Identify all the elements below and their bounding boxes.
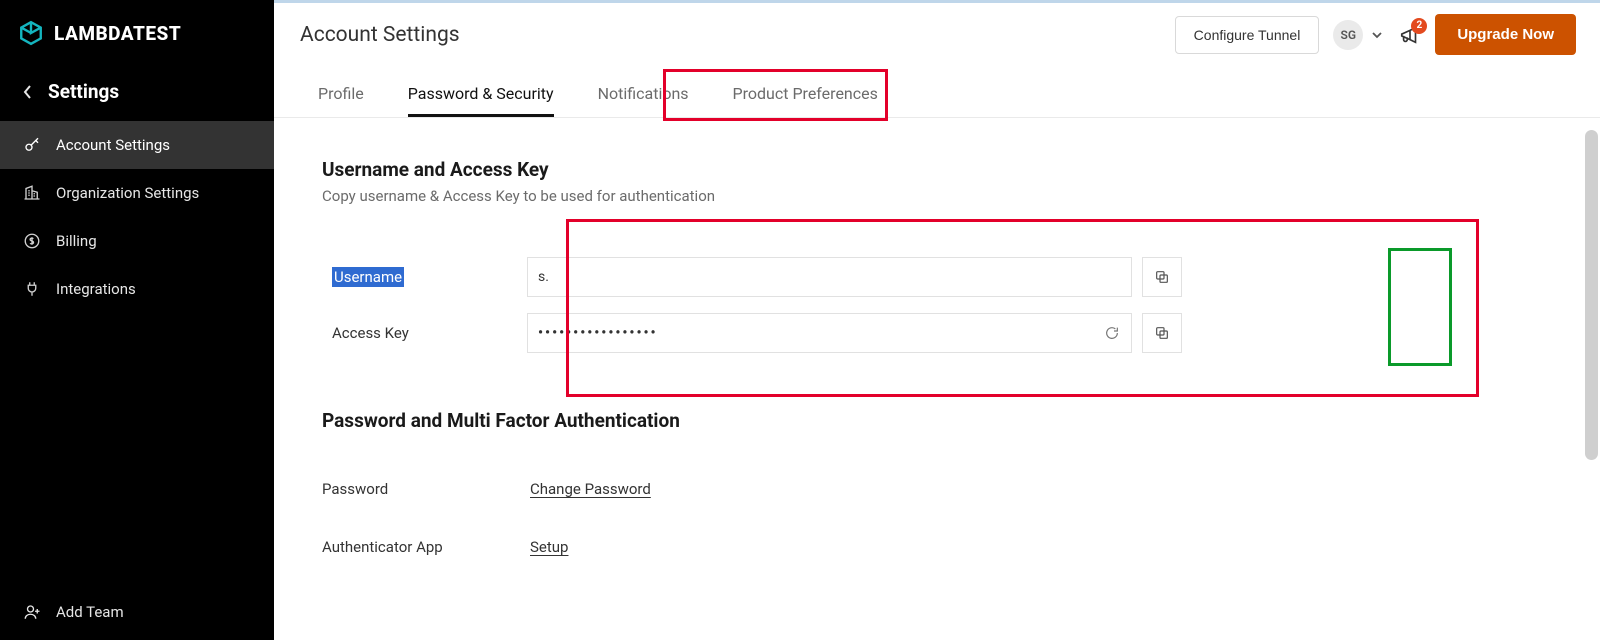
configure-tunnel-button[interactable]: Configure Tunnel [1175,16,1320,54]
user-plus-icon [22,602,42,622]
add-team-button[interactable]: Add Team [0,586,274,640]
plug-icon [22,279,42,299]
password-label: Password [322,480,530,498]
sidebar-item-label: Account Settings [56,136,170,154]
sidebar-title: Settings [48,80,119,103]
keys-box: Username s. Access Key ••••••••••••••••• [322,231,1192,367]
authenticator-setup-link[interactable]: Setup [530,538,568,556]
copy-accesskey-button[interactable] [1142,313,1182,353]
accesskey-value: ••••••••••••••••• [538,325,658,341]
tab-notifications[interactable]: Notifications [598,84,689,117]
tabs: Profile Password & Security Notification… [274,66,1600,118]
sidebar-items: Account Settings Organization Settings B… [0,121,274,313]
accesskey-row: Access Key ••••••••••••••••• [332,305,1182,361]
chevron-left-icon [22,84,34,100]
upgrade-button[interactable]: Upgrade Now [1435,14,1576,55]
brand-logo-icon [18,20,44,46]
notifications-button[interactable]: 2 [1399,24,1421,46]
brand: LAMBDATEST [0,0,274,66]
regenerate-key-button[interactable] [1101,322,1123,344]
sidebar-item-integrations[interactable]: Integrations [0,265,274,313]
username-value: s. [538,269,549,285]
content: Username and Access Key Copy username & … [274,118,1600,640]
username-label: Username [332,268,527,286]
sidebar-item-label: Integrations [56,280,136,298]
refresh-icon [1104,325,1120,341]
sidebar-item-billing[interactable]: Billing [0,217,274,265]
copy-icon [1154,269,1170,285]
keys-subtitle: Copy username & Access Key to be used fo… [322,187,1600,205]
copy-icon [1154,325,1170,341]
mfa-title: Password and Multi Factor Authentication [322,409,1600,432]
user-menu-caret[interactable] [1371,30,1383,40]
keys-title: Username and Access Key [322,158,1600,181]
sidebar-item-organization-settings[interactable]: Organization Settings [0,169,274,217]
sidebar-item-account-settings[interactable]: Account Settings [0,121,274,169]
authenticator-label: Authenticator App [322,538,530,556]
building-icon [22,183,42,203]
brand-name: LAMBDATEST [54,22,181,45]
avatar[interactable]: SG [1333,20,1363,50]
accesskey-label: Access Key [332,324,527,342]
key-icon [22,135,42,155]
section-mfa: Password and Multi Factor Authentication… [322,409,1600,576]
copy-username-button[interactable] [1142,257,1182,297]
authenticator-row: Authenticator App Setup [322,518,1600,576]
tab-product-preferences[interactable]: Product Preferences [733,84,878,117]
scrollbar[interactable] [1585,130,1598,460]
sidebar: LAMBDATEST Settings Account Settings Org… [0,0,274,640]
sidebar-item-label: Organization Settings [56,184,199,202]
page-title: Account Settings [300,23,460,47]
tab-password-security[interactable]: Password & Security [408,84,554,117]
username-field[interactable]: s. [527,257,1132,297]
tab-profile[interactable]: Profile [318,84,364,117]
sidebar-back[interactable]: Settings [0,66,274,121]
topbar: Account Settings Configure Tunnel SG 2 U… [274,0,1600,66]
password-row: Password Change Password [322,460,1600,518]
accesskey-field[interactable]: ••••••••••••••••• [527,313,1132,353]
section-keys: Username and Access Key Copy username & … [322,158,1600,367]
username-row: Username s. [332,249,1182,305]
sidebar-item-label: Billing [56,232,97,250]
dollar-circle-icon [22,231,42,251]
change-password-link[interactable]: Change Password [530,480,651,498]
add-team-label: Add Team [56,603,124,621]
notification-badge: 2 [1411,18,1427,34]
